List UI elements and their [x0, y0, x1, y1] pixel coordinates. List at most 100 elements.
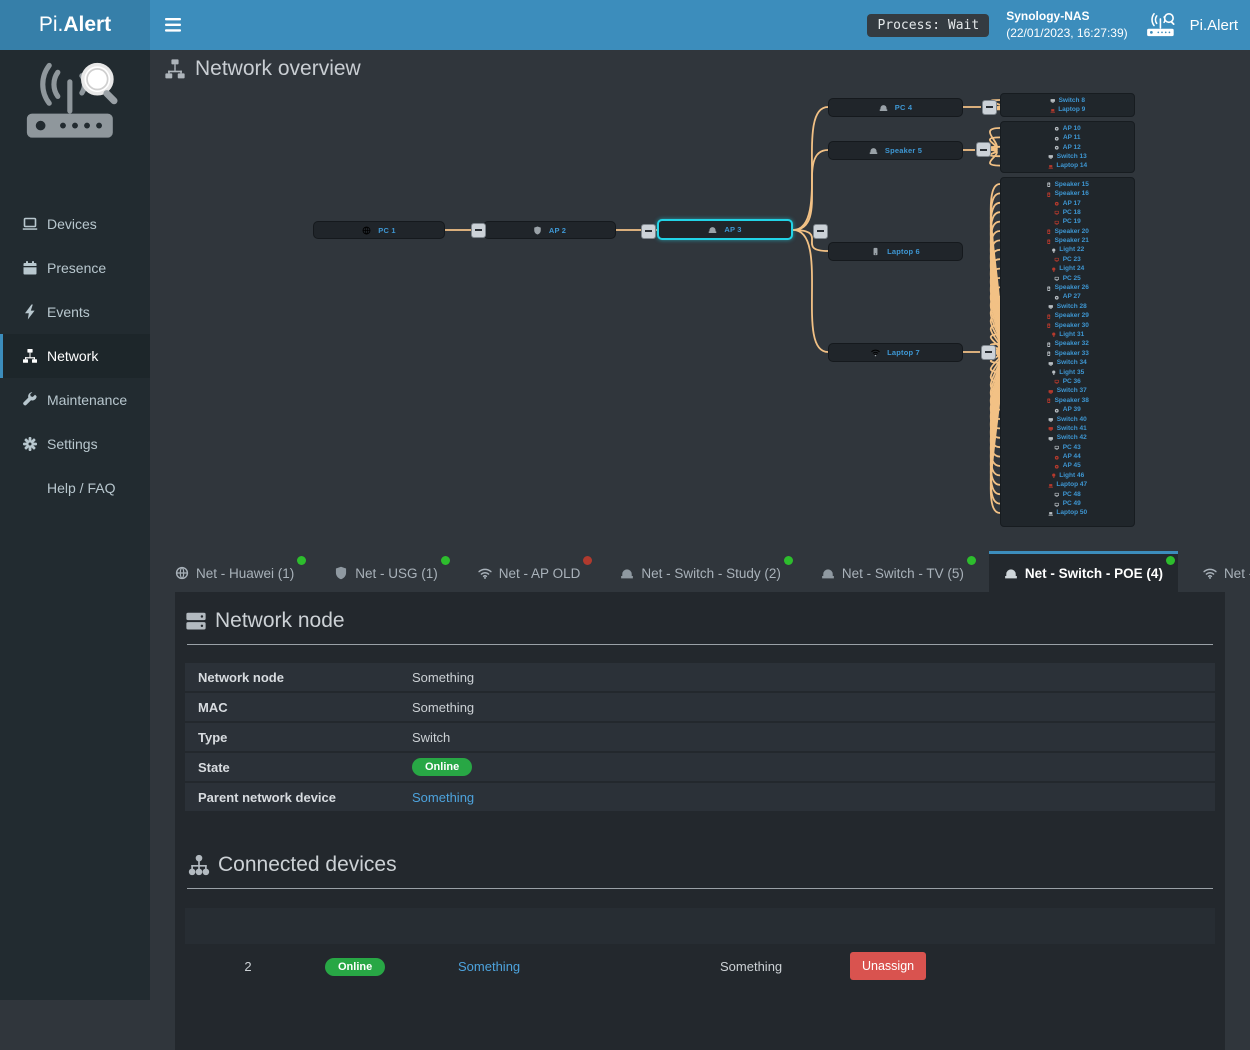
device-list-item[interactable]: Laptop 50 — [1001, 509, 1134, 518]
diagram-node-laptop7[interactable]: Laptop 7 — [828, 343, 963, 362]
device-list-item[interactable]: PC 48 — [1001, 490, 1134, 499]
device-list-item[interactable]: Speaker 33 — [1001, 349, 1134, 358]
diagram-node-pc1[interactable]: PC 1 — [313, 221, 445, 239]
connected-devices-section: Connected devices — [185, 853, 1215, 877]
device-list-item[interactable]: Switch 37 — [1001, 387, 1134, 396]
collapse-button[interactable] — [813, 224, 828, 239]
info-value[interactable]: Something — [412, 700, 1215, 715]
device-list-item[interactable]: Speaker 26 — [1001, 284, 1134, 293]
network-tab[interactable]: Net - Huawei (1) — [160, 551, 309, 592]
device-list-item[interactable]: Switch 13 — [1001, 152, 1134, 161]
info-label: MAC — [198, 700, 412, 715]
device-list-item[interactable]: Light 46 — [1001, 471, 1134, 480]
device-icon — [1048, 389, 1054, 395]
device-list-item[interactable]: AP 12 — [1001, 143, 1134, 152]
sidebar-menu-item[interactable]: Devices — [0, 202, 150, 246]
info-value[interactable]: Something — [412, 670, 1215, 685]
device-list-item[interactable]: Speaker 29 — [1001, 312, 1134, 321]
device-icon — [1054, 220, 1060, 226]
unassign-button[interactable]: Unassign — [850, 952, 926, 980]
device-list-item[interactable]: Light 31 — [1001, 331, 1134, 340]
sidebar-menu-item[interactable]: Maintenance — [0, 378, 150, 422]
diagram-node-speaker5[interactable]: Speaker 5 — [828, 141, 963, 160]
device-list-item[interactable]: Laptop 14 — [1001, 162, 1134, 171]
info-value[interactable]: Switch — [412, 730, 1215, 745]
device-label: AP 10 — [1063, 126, 1081, 133]
tab-label: Net - Switch - POE (4) — [1025, 566, 1163, 581]
hostname-link[interactable]: Something — [458, 959, 720, 974]
device-list-item[interactable]: Light 24 — [1001, 265, 1134, 274]
device-list-item[interactable]: Speaker 30 — [1001, 321, 1134, 330]
sidebar-menu-item[interactable]: Presence — [0, 246, 150, 290]
device-list-item[interactable]: Light 22 — [1001, 246, 1134, 255]
info-value[interactable]: Online — [412, 758, 472, 776]
state-badge: Online — [325, 958, 385, 976]
network-tab[interactable]: Net - USG (1) — [319, 551, 453, 592]
device-list-item[interactable]: Laptop 9 — [1001, 106, 1134, 115]
tab-icon — [1203, 566, 1217, 580]
wifi-icon — [871, 348, 880, 357]
device-list-item[interactable]: AP 45 — [1001, 462, 1134, 471]
device-icon — [1046, 342, 1052, 348]
device-list-item[interactable]: PC 23 — [1001, 255, 1134, 264]
network-tab[interactable]: Net - AP (36) — [1188, 551, 1250, 592]
device-list-item[interactable]: AP 27 — [1001, 293, 1134, 302]
sidebar-menu-item[interactable]: Events — [0, 290, 150, 334]
device-list-item[interactable]: Speaker 16 — [1001, 190, 1134, 199]
device-list-item[interactable]: PC 43 — [1001, 443, 1134, 452]
device-list-item[interactable]: PC 36 — [1001, 378, 1134, 387]
device-icon — [1054, 257, 1060, 263]
device-list-item[interactable]: AP 44 — [1001, 453, 1134, 462]
device-list-item[interactable]: Speaker 32 — [1001, 340, 1134, 349]
brand-logo[interactable]: Pi.Alert — [0, 0, 150, 50]
device-icon — [1046, 323, 1052, 329]
device-list-item[interactable]: AP 39 — [1001, 406, 1134, 415]
device-list-item[interactable]: Speaker 21 — [1001, 237, 1134, 246]
sidebar-menu-item[interactable]: Network — [0, 334, 150, 378]
device-list-item[interactable]: Switch 28 — [1001, 302, 1134, 311]
diagram-node-laptop6[interactable]: Laptop 6 — [828, 242, 963, 261]
device-list-item[interactable]: Laptop 47 — [1001, 481, 1134, 490]
network-tab[interactable]: Net - Switch - Study (2) — [605, 551, 796, 592]
device-list-item[interactable]: Speaker 38 — [1001, 396, 1134, 405]
network-tab[interactable]: Net - Switch - TV (5) — [806, 551, 979, 592]
status-dot — [583, 556, 592, 565]
menu-item-label: Network — [47, 348, 98, 364]
device-list-item[interactable]: Switch 34 — [1001, 359, 1134, 368]
sidebar-menu-item[interactable]: Settings — [0, 422, 150, 466]
device-list-item[interactable]: AP 11 — [1001, 134, 1134, 143]
device-label: Speaker 21 — [1055, 238, 1089, 245]
menu-item-icon — [22, 348, 38, 364]
device-list-item[interactable]: Switch 42 — [1001, 434, 1134, 443]
device-list-item[interactable]: PC 49 — [1001, 500, 1134, 509]
status-dot — [297, 556, 306, 565]
diagram-node-pc4[interactable]: PC 4 — [828, 98, 963, 117]
device-list-item[interactable]: AP 17 — [1001, 199, 1134, 208]
device-list-item[interactable]: Switch 40 — [1001, 415, 1134, 424]
device-list-item[interactable]: PC 18 — [1001, 208, 1134, 217]
collapse-button[interactable] — [976, 142, 991, 157]
device-list-item[interactable]: Light 35 — [1001, 368, 1134, 377]
device-list-item[interactable]: AP 10 — [1001, 124, 1134, 133]
device-list-item[interactable]: Speaker 20 — [1001, 227, 1134, 236]
diagram-node-ap3-selected[interactable]: AP 3 — [657, 219, 793, 240]
device-label: AP 17 — [1063, 201, 1081, 208]
collapse-button[interactable] — [471, 223, 486, 238]
collapse-button[interactable] — [641, 224, 656, 239]
collapse-button[interactable] — [981, 345, 996, 360]
diagram-node-ap2[interactable]: AP 2 — [483, 221, 616, 239]
sidebar-menu-item[interactable]: Help / FAQ — [0, 466, 150, 510]
device-list-item[interactable]: Switch 8 — [1001, 96, 1134, 105]
device-list-item[interactable]: PC 19 — [1001, 218, 1134, 227]
device-list-item[interactable]: Speaker 15 — [1001, 180, 1134, 189]
device-list-item[interactable]: Switch 41 — [1001, 424, 1134, 433]
network-tab[interactable]: Net - Switch - POE (4) — [989, 551, 1178, 592]
info-value[interactable]: Something — [412, 790, 1215, 805]
collapse-button[interactable] — [982, 100, 997, 115]
device-list-item[interactable]: PC 25 — [1001, 274, 1134, 283]
sidebar-toggle-button[interactable] — [150, 0, 196, 50]
network-tab[interactable]: Net - AP OLD — [463, 551, 596, 592]
device-icon — [1051, 473, 1057, 479]
status-dot — [967, 556, 976, 565]
device-icon — [1054, 464, 1060, 470]
